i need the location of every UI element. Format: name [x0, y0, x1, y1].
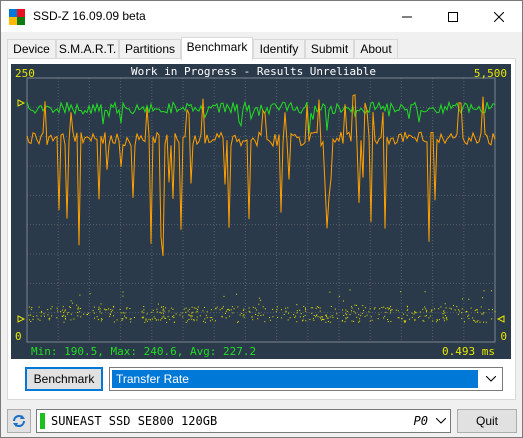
- benchmark-graph: 250 Work in Progress - Results Unreliabl…: [11, 64, 511, 359]
- transfer-rate-trace: [26, 94, 496, 257]
- close-icon: [494, 11, 504, 22]
- close-button[interactable]: [476, 1, 522, 32]
- mode-select-value: Transfer Rate: [112, 370, 478, 388]
- benchmark-button[interactable]: Benchmark: [25, 367, 103, 391]
- graph-title: Work in Progress - Results Unreliable: [131, 65, 377, 78]
- mode-select[interactable]: Transfer Rate: [109, 367, 503, 391]
- minimize-button[interactable]: [384, 1, 430, 32]
- refresh-button[interactable]: [7, 409, 31, 433]
- minimize-icon: [402, 16, 412, 17]
- tab-submit[interactable]: Submit: [305, 39, 354, 58]
- latency-points: [28, 289, 496, 323]
- left-marker-icon: [17, 99, 26, 107]
- tab-identify[interactable]: Identify: [253, 39, 305, 58]
- drive-status-indicator: [40, 413, 45, 429]
- maximize-icon: [448, 11, 458, 22]
- transfer-stats: Min: 190.5, Max: 240.6, Avg: 227.2: [31, 345, 257, 358]
- drive-name: SUNEAST SSD SE800 120GB: [51, 414, 218, 428]
- title-bar[interactable]: SSD-Z 16.09.09 beta: [1, 1, 522, 32]
- left-axis-max: 250: [15, 67, 35, 80]
- drive-field[interactable]: SUNEAST SSD SE800 120GB P0: [36, 409, 451, 433]
- quit-button[interactable]: Quit: [457, 409, 517, 433]
- tab-smart[interactable]: S.M.A.R.T.: [56, 39, 119, 58]
- graph-canvas: [17, 77, 505, 343]
- latency-value: 0.493 ms: [442, 345, 495, 358]
- left-low-marker-icon: [17, 315, 26, 323]
- right-marker-icon: [496, 315, 505, 323]
- right-axis-max: 5,500: [473, 67, 507, 80]
- drive-chevron-icon[interactable]: [436, 418, 446, 424]
- tab-benchmark[interactable]: Benchmark: [181, 37, 253, 60]
- tab-device[interactable]: Device: [7, 39, 56, 58]
- drive-id: P0: [413, 414, 428, 428]
- refresh-icon: [13, 415, 25, 427]
- tab-about[interactable]: About: [354, 39, 398, 58]
- chevron-down-icon[interactable]: [480, 368, 502, 390]
- right-axis-min: 0: [500, 330, 507, 343]
- tab-partitions[interactable]: Partitions: [119, 39, 181, 58]
- app-icon: [9, 9, 25, 25]
- left-axis-min: 0: [15, 330, 22, 343]
- window-title: SSD-Z 16.09.09 beta: [33, 9, 146, 23]
- app-window: SSD-Z 16.09.09 beta Device S.M.A.R.T. Pa…: [0, 0, 523, 438]
- maximize-button[interactable]: [430, 1, 476, 32]
